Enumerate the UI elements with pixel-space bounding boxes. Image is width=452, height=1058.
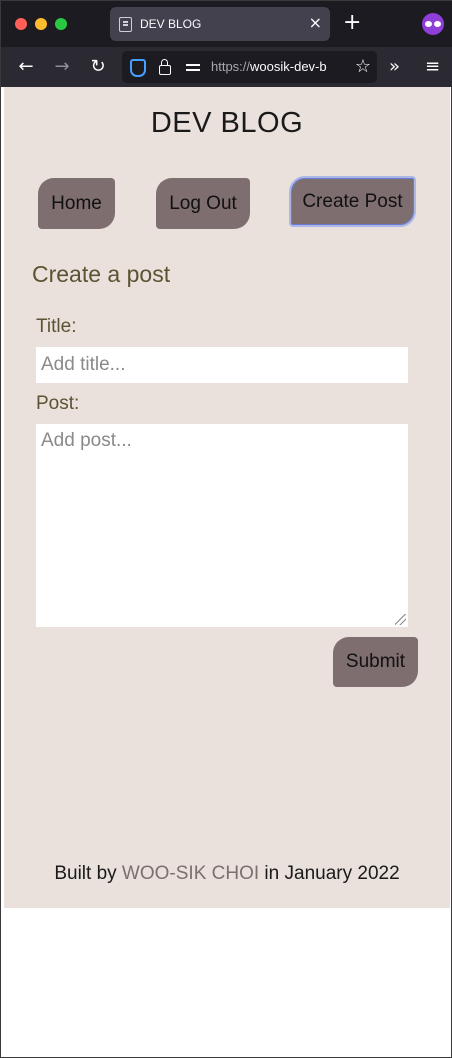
close-tab-icon[interactable]: × xyxy=(309,14,322,32)
tab-title: DEV BLOG xyxy=(140,17,202,31)
new-tab-button[interactable]: + xyxy=(343,11,361,35)
form-heading: Create a post xyxy=(32,261,171,287)
post-label: Post: xyxy=(36,393,80,414)
address-bar[interactable]: https://woosik-dev-b ☆ xyxy=(122,51,377,83)
navigation-toolbar: ← → ↻ https://woosik-dev-b ☆ » ≡ xyxy=(1,47,452,87)
logout-button[interactable]: Log Out xyxy=(156,178,250,229)
tab-bar: DEV BLOG × + xyxy=(1,1,452,47)
overflow-chevron-icon[interactable]: » xyxy=(389,55,400,79)
create-post-button[interactable]: Create Post xyxy=(289,176,416,227)
author-link[interactable]: WOO-SIK CHOI xyxy=(122,863,259,884)
url-host: woosik-dev-b xyxy=(250,59,327,74)
maximize-window-button[interactable] xyxy=(55,18,67,30)
url-text[interactable]: https://woosik-dev-b xyxy=(211,59,327,74)
page-icon xyxy=(119,17,132,32)
reload-button[interactable]: ↻ xyxy=(86,55,110,79)
url-scheme: https:// xyxy=(211,59,251,74)
footer: Built by WOO-SIK CHOI in January 2022 xyxy=(4,863,450,885)
title-input[interactable] xyxy=(36,347,408,383)
tracking-protection-icon[interactable] xyxy=(130,59,146,77)
lock-icon[interactable] xyxy=(159,59,171,75)
private-browsing-icon[interactable] xyxy=(422,13,444,35)
site-title: DEV BLOG xyxy=(150,107,304,139)
permissions-icon[interactable] xyxy=(186,62,200,72)
browser-tab[interactable]: DEV BLOG × xyxy=(110,7,330,41)
hamburger-menu-icon[interactable]: ≡ xyxy=(425,55,440,79)
page-content: DEV BLOG Home Log Out Create Post Create… xyxy=(4,87,450,908)
footer-suffix: in January 2022 xyxy=(259,863,400,884)
submit-button[interactable]: Submit xyxy=(333,637,418,687)
home-button[interactable]: Home xyxy=(38,178,115,229)
minimize-window-button[interactable] xyxy=(35,18,47,30)
title-label: Title: xyxy=(36,316,77,337)
forward-button[interactable]: → xyxy=(50,55,74,79)
resize-handle[interactable] xyxy=(395,614,406,625)
back-button[interactable]: ← xyxy=(14,55,38,79)
footer-prefix: Built by xyxy=(54,863,122,884)
close-window-button[interactable] xyxy=(15,18,27,30)
post-textarea[interactable] xyxy=(36,424,408,627)
bookmark-star-icon[interactable]: ☆ xyxy=(355,56,371,78)
browser-window: DEV BLOG × + ← → ↻ https://woosik-dev-b … xyxy=(0,0,452,1058)
